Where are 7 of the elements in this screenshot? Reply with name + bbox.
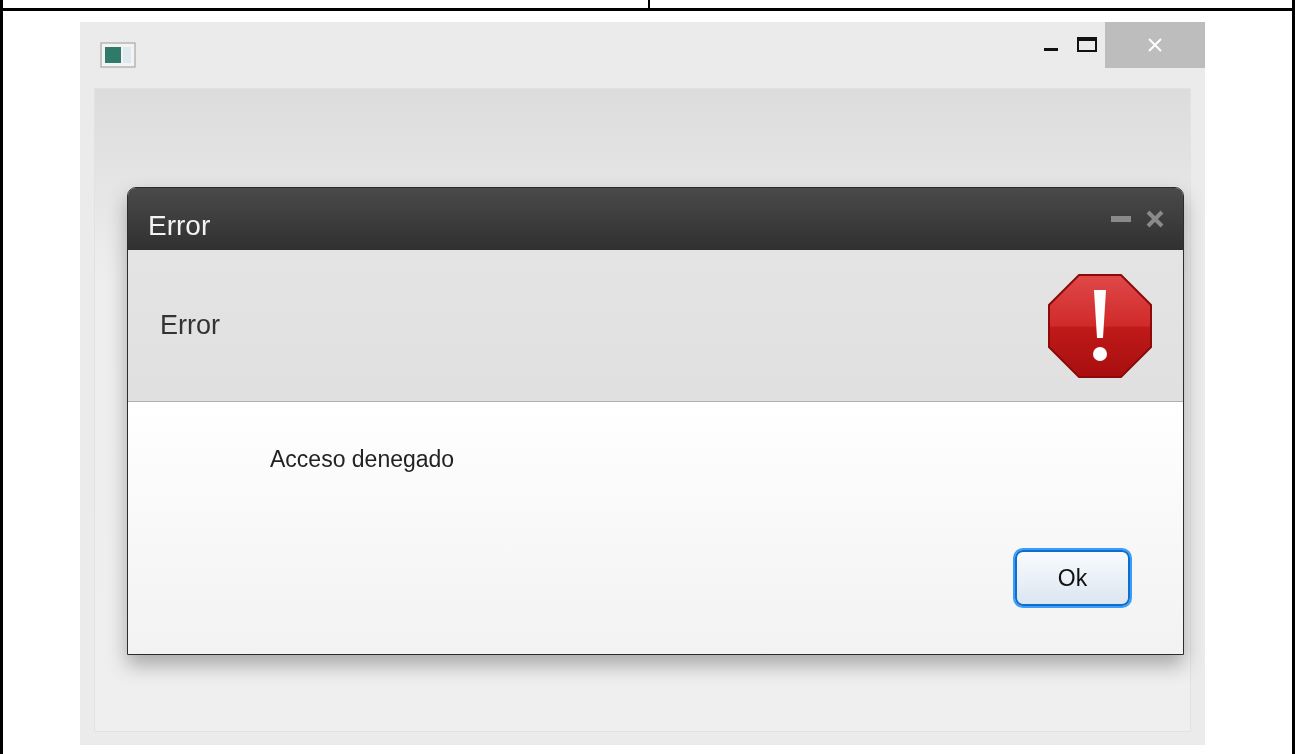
ok-button[interactable]: Ok — [1015, 550, 1130, 606]
dialog-title: Error — [148, 210, 211, 242]
app-icon — [100, 42, 136, 68]
dialog-header: Error — [160, 310, 220, 341]
error-message: Acceso denegado — [270, 446, 456, 473]
close-icon[interactable] — [1145, 209, 1165, 229]
error-icon — [1048, 273, 1152, 378]
